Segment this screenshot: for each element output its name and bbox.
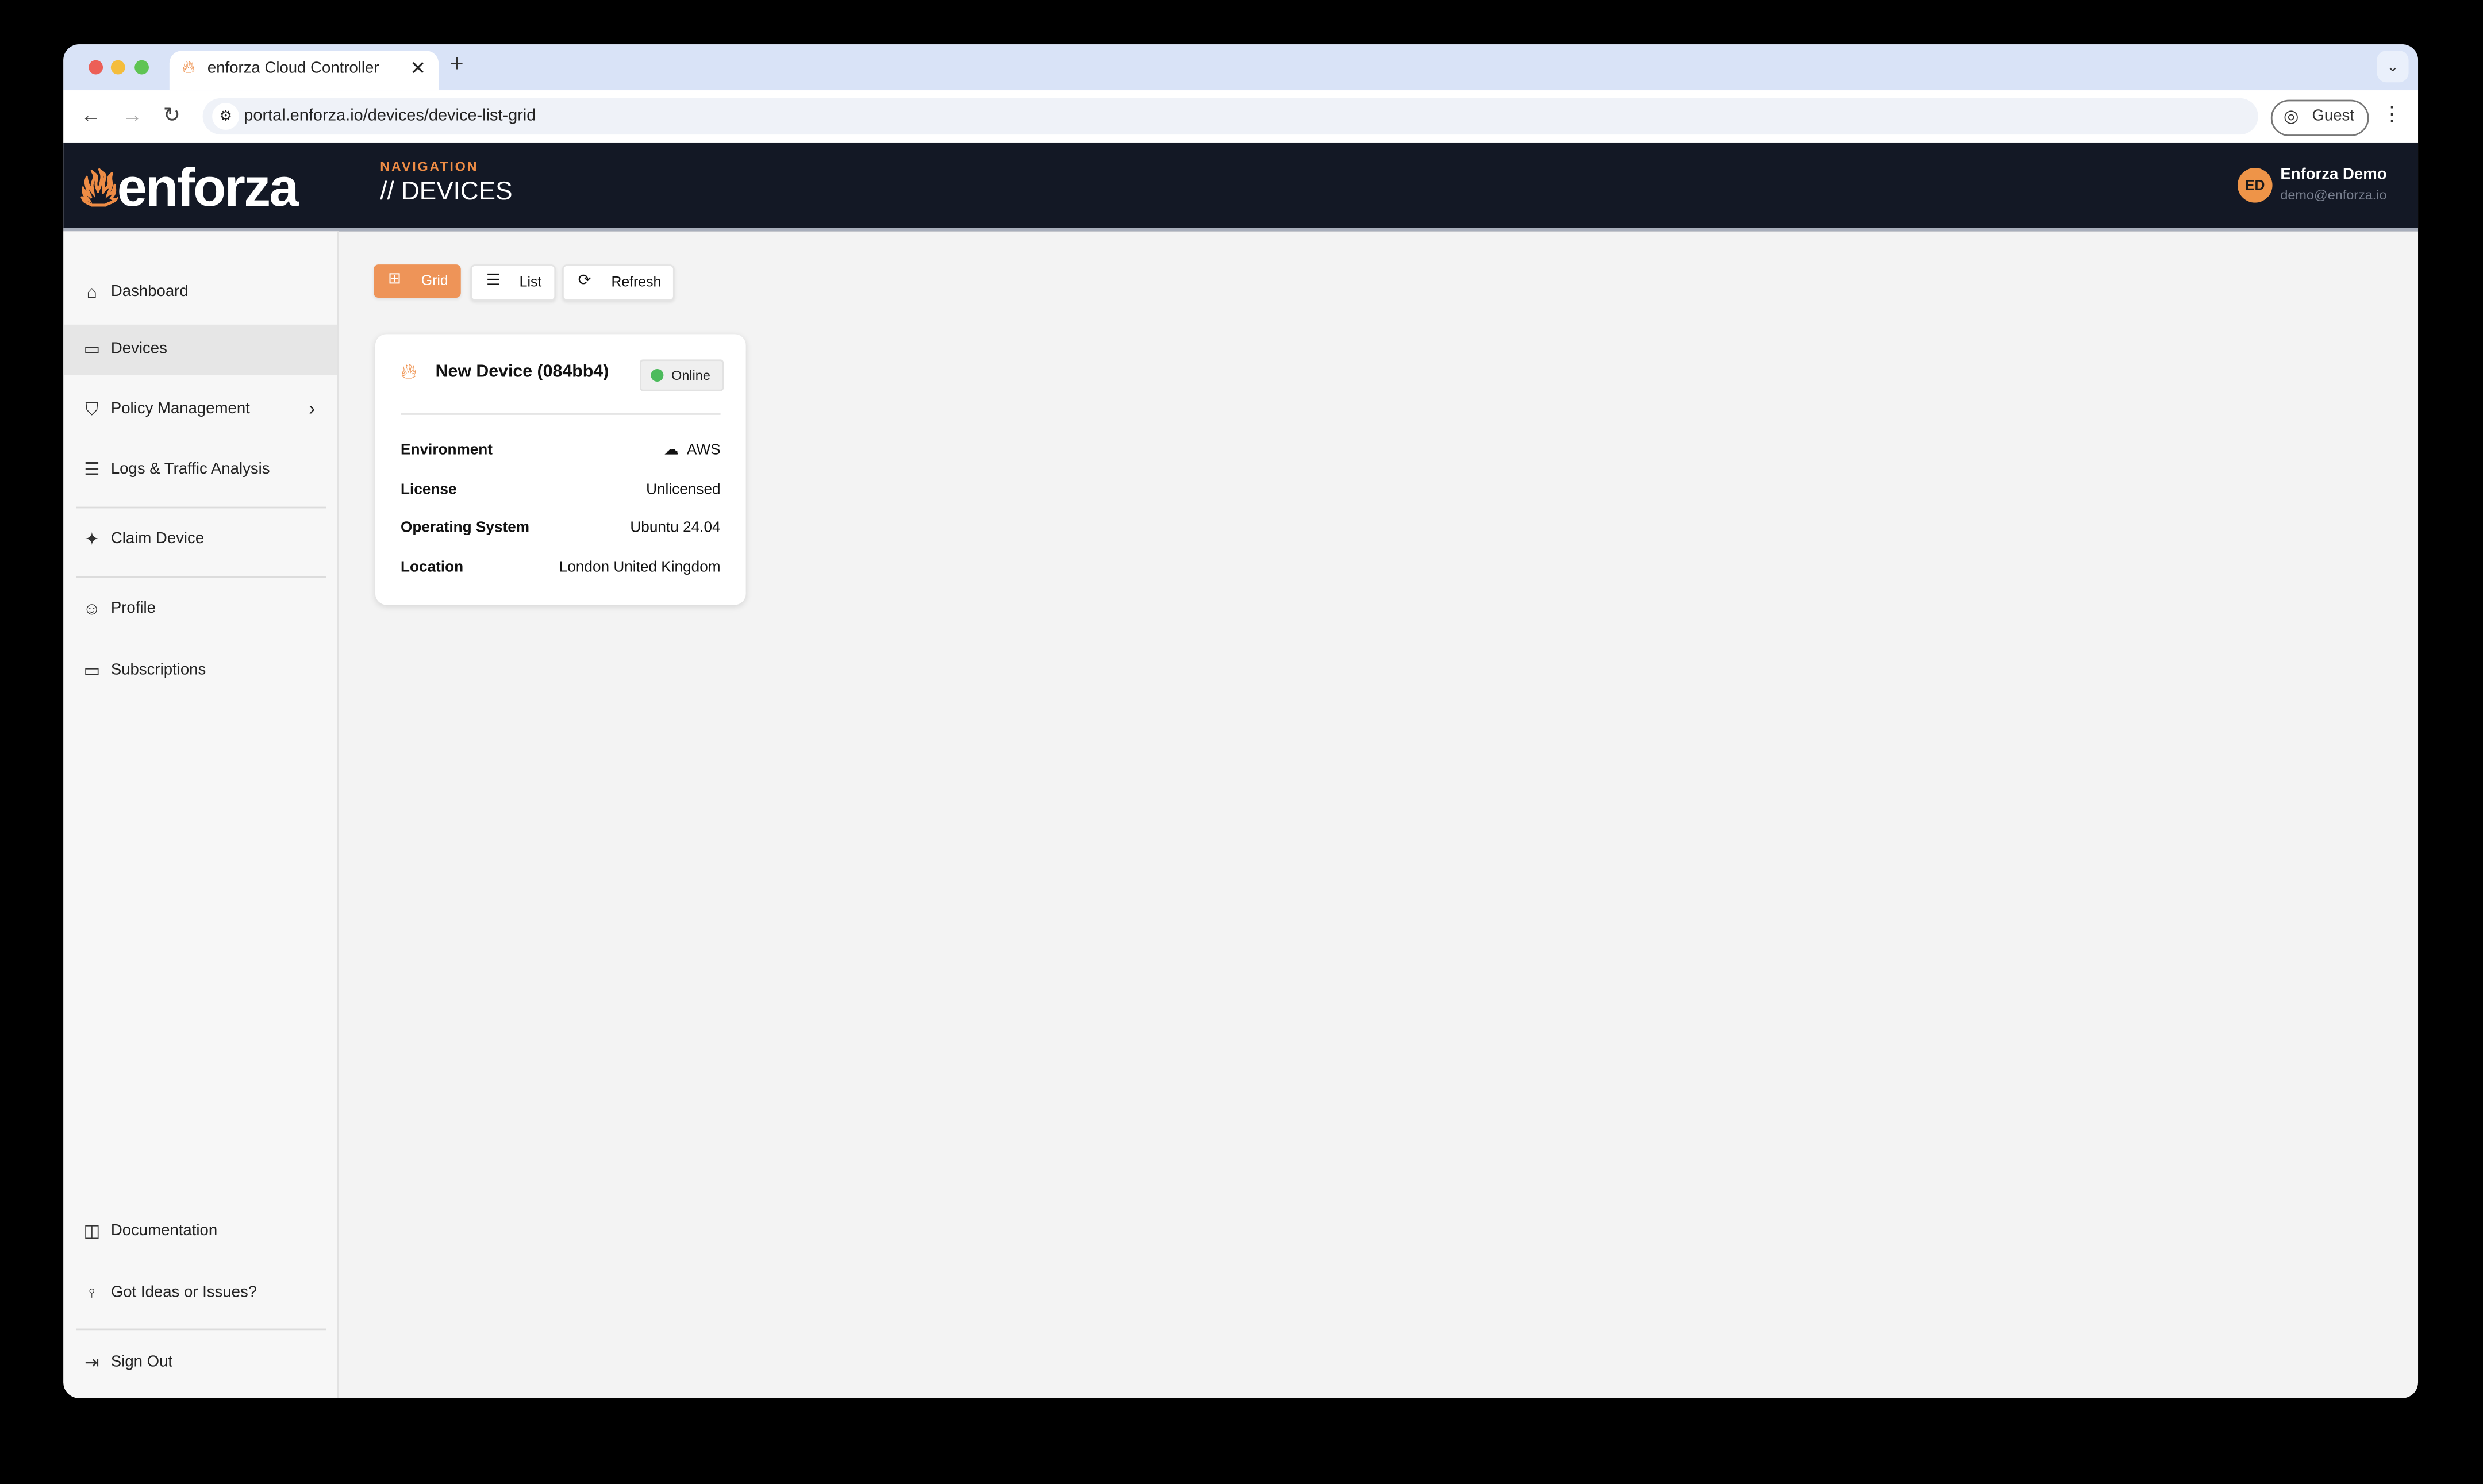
sidebar-item-dashboard[interactable]: ⌂ Dashboard [63,268,337,318]
sidebar-item-logs[interactable]: ☰ Logs & Traffic Analysis [63,445,337,495]
field-label: Environment [401,441,493,459]
button-label: List [519,274,542,290]
field-value: ☁ AWS [663,441,721,459]
divider [401,413,721,415]
close-window-button[interactable] [89,60,103,75]
sidebar-item-devices[interactable]: ▭ Devices [63,324,337,375]
divider [76,1328,326,1331]
refresh-button[interactable]: ⟳ Refresh [562,264,675,301]
page-title: // DEVICES [380,179,513,206]
sidebar-item-sign-out[interactable]: ⇥ Sign Out [63,1338,337,1389]
home-icon: ⌂ [86,283,97,303]
user-name: Enforza Demo [2280,166,2387,184]
forward-icon[interactable]: → [122,103,143,126]
user-email: demo@enforza.io [2280,187,2387,203]
profile-label: Guest [2312,107,2354,125]
sidebar-item-label: Dashboard [110,283,189,301]
new-tab-icon[interactable]: + [449,51,463,78]
grid-view-button[interactable]: ⊞ Grid [374,264,461,298]
sidebar-item-label: Sign Out [110,1354,173,1371]
status-dot-icon [651,368,664,382]
close-tab-icon[interactable]: ✕ [410,57,426,79]
status-badge: Online [640,359,724,391]
sidebar-item-claim-device[interactable]: ✦ Claim Device [63,514,337,565]
sidebar-item-label: Profile [110,600,156,618]
flame-icon: 🔥︎ [401,357,417,383]
profile-button[interactable]: ◎ Guest [2270,99,2369,136]
sidebar-item-label: Claim Device [110,530,205,548]
back-icon[interactable]: ← [81,103,102,126]
sidebar-item-label: Devices [110,340,167,358]
list-view-button[interactable]: ☰ List [470,264,556,301]
divider [76,576,326,578]
cloud-icon: ☁ [663,441,679,459]
sidebar-item-subscriptions[interactable]: ▭ Subscriptions [63,646,337,697]
url-input[interactable]: ⚙ portal.enforza.io/devices/device-list-… [202,98,2258,135]
tab-search-chevron-icon[interactable]: ⌄ [2377,51,2409,83]
nav-label: NAVIGATION [380,158,479,175]
sidebar-item-label: Logs & Traffic Analysis [110,460,270,479]
sidebar-item-ideas[interactable]: ♀ Got Ideas or Issues? [63,1268,337,1319]
sparkle-icon: ✦ [84,530,99,550]
flame-icon: 🔥︎ [182,58,195,78]
avatar[interactable]: ED [2237,168,2273,203]
divider [76,506,326,509]
field-value: London United Kingdom [559,559,721,576]
status-text: Online [671,367,710,383]
field-value: Ubuntu 24.04 [630,519,721,537]
sidebar-item-profile[interactable]: ☺ Profile [63,585,337,635]
enforza-logo[interactable]: 🔥︎enforza [79,159,299,220]
account-circle-icon: ◎ [2283,107,2299,127]
tab-title: enforza Cloud Controller [207,60,379,78]
book-icon: ◫ [83,1222,101,1241]
field-value: Unlicensed [646,481,721,499]
device-card[interactable]: 🔥︎ New Device (084bb4) Online Environmen… [375,334,746,605]
list-icon: ☰ [84,460,100,480]
sidebar-item-label: Subscriptions [110,662,206,679]
sidebar-item-label: Documentation [110,1222,218,1240]
browser-tab[interactable]: 🔥︎ enforza Cloud Controller ✕ [169,51,439,91]
address-bar-row: ← → ↻ ⚙ portal.enforza.io/devices/device… [63,90,2419,143]
tab-bar: 🔥︎ enforza Cloud Controller ✕ + ⌄ [63,44,2419,91]
browser-menu-icon[interactable]: ⋮ [2382,101,2403,126]
button-label: Grid [421,272,448,289]
grid-icon: ⊞ [387,271,402,289]
shield-icon: ⛉ [85,401,99,420]
chevron-right-icon: › [309,397,316,420]
sidebar: ⌂ Dashboard ▭ Devices ⛉ Policy Management › … [63,231,339,1398]
button-label: Refresh [611,274,662,290]
list-icon: ☰ [486,272,501,290]
url-text: portal.enforza.io/devices/device-list-gr… [244,106,536,125]
site-settings-icon[interactable]: ⚙ [212,103,240,130]
reload-icon[interactable]: ↻ [163,103,180,128]
minimize-window-button[interactable] [110,60,125,75]
sign-out-icon: ⇥ [84,1354,99,1373]
lightbulb-icon: ♀ [85,1284,99,1304]
field-label: License [401,481,457,499]
field-label: Operating System [401,519,530,537]
user-edit-icon: ☺ [83,600,101,620]
sidebar-item-label: Policy Management [110,401,250,418]
hard-drive-icon: ▭ [83,340,101,360]
browser-window: 🔥︎ enforza Cloud Controller ✕ + ⌄ ← → ↻ … [63,44,2419,1398]
sidebar-item-policy-management[interactable]: ⛉ Policy Management › [63,385,337,435]
sidebar-item-label: Got Ideas or Issues? [110,1284,257,1302]
device-name: New Device (084bb4) [435,362,609,382]
sidebar-item-documentation[interactable]: ◫ Documentation [63,1206,337,1257]
refresh-icon: ⟳ [578,272,591,290]
credit-card-icon: ▭ [83,662,101,681]
field-label: Location [401,559,464,576]
maximize-window-button[interactable] [134,60,149,75]
app-header: 🔥︎enforza NAVIGATION // DEVICES ED Enfor… [63,142,2419,232]
